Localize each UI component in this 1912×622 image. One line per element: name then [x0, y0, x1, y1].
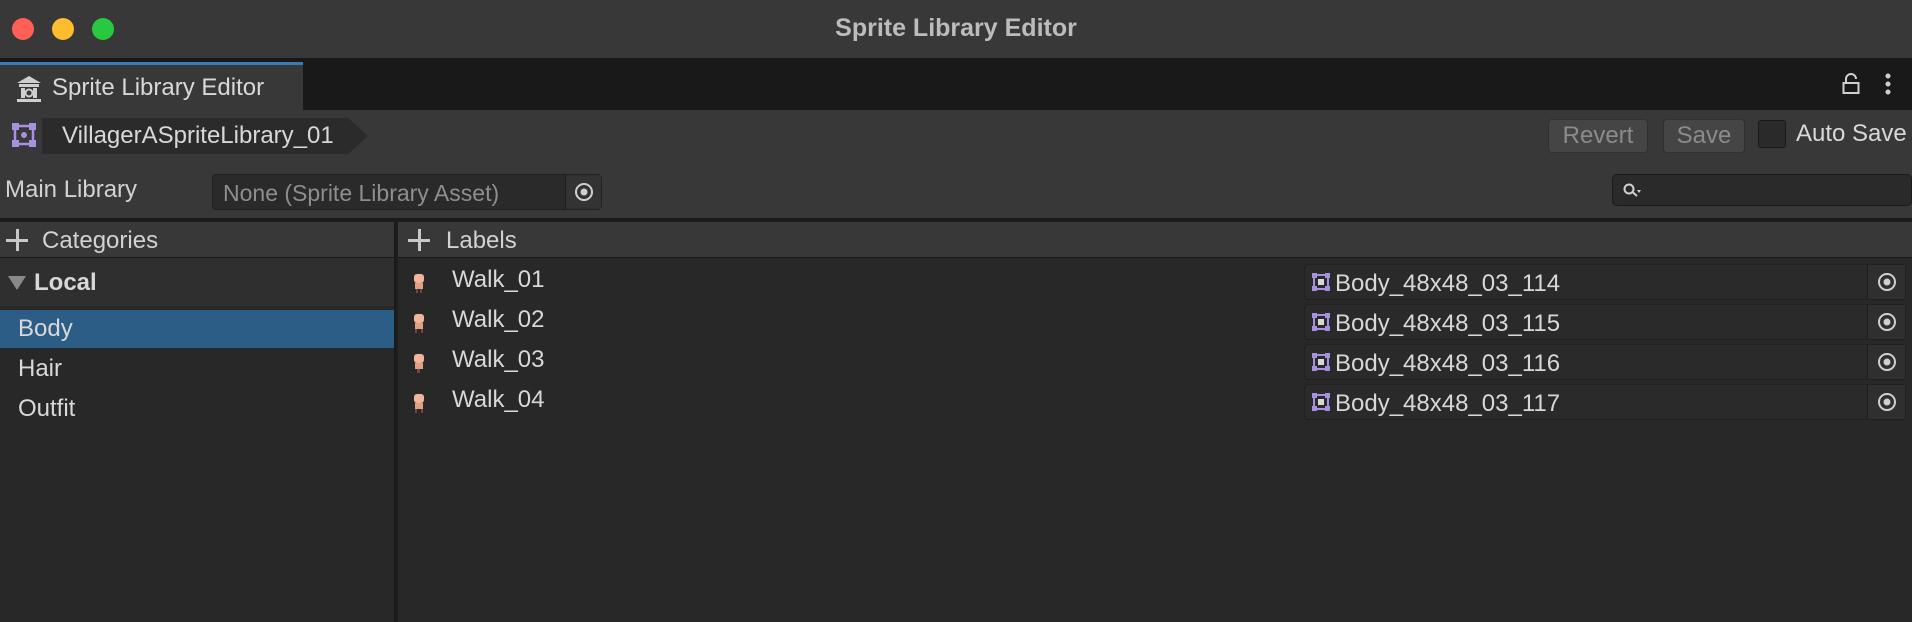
label-row[interactable]: Walk_03 Body_48x48_03_116: [398, 342, 1912, 382]
label-name: Walk_03: [452, 346, 545, 373]
main-library-bar: Main Library None (Sprite Library Asset): [0, 160, 1912, 220]
main-library-field[interactable]: None (Sprite Library Asset): [212, 174, 602, 210]
sprite-asset-icon: [1312, 313, 1330, 331]
category-item-body[interactable]: Body: [0, 310, 394, 348]
sprite-object-field[interactable]: Body_48x48_03_116: [1304, 344, 1906, 380]
auto-save-label: Auto Save: [1796, 120, 1907, 147]
category-label: Body: [18, 315, 73, 342]
object-picker-icon: [1878, 273, 1896, 291]
title-bar: Sprite Library Editor: [0, 0, 1912, 58]
category-label: Hair: [18, 355, 63, 382]
window-title: Sprite Library Editor: [835, 14, 1077, 42]
tab-sprite-library-editor[interactable]: Sprite Library Editor: [0, 62, 303, 110]
main-library-value: None (Sprite Library Asset): [223, 180, 500, 206]
local-group-label: Local: [34, 269, 97, 296]
local-group-foldout[interactable]: Local: [0, 258, 394, 306]
sprite-thumbnail-icon: [414, 394, 424, 413]
sprite-name: Body_48x48_03_114: [1335, 270, 1561, 297]
sprite-picker-button[interactable]: [1867, 265, 1905, 299]
label-row[interactable]: Walk_01 Body_48x48_03_114: [398, 262, 1912, 302]
label-name: Walk_02: [452, 306, 545, 333]
label-row[interactable]: Walk_02 Body_48x48_03_115: [398, 302, 1912, 342]
sprite-thumbnail-icon: [414, 354, 424, 373]
object-picker-icon: [1878, 393, 1896, 411]
categories-header: Categories: [0, 222, 394, 258]
label-row[interactable]: Walk_04 Body_48x48_03_117: [398, 382, 1912, 422]
categories-title: Categories: [42, 227, 159, 254]
sprite-picker-button[interactable]: [1867, 385, 1905, 419]
sprite-thumbnail-icon: [414, 274, 424, 293]
tab-label: Sprite Library Editor: [52, 74, 265, 101]
revert-button[interactable]: Revert: [1548, 119, 1648, 153]
breadcrumb[interactable]: VillagerASpriteLibrary_01: [42, 118, 368, 154]
sprite-thumbnail-icon: [414, 314, 424, 333]
search-input[interactable]: [1612, 174, 1912, 206]
sprite-object-field[interactable]: Body_48x48_03_117: [1304, 384, 1906, 420]
sprite-name: Body_48x48_03_115: [1335, 310, 1561, 337]
category-label: Outfit: [18, 395, 76, 422]
asset-name: VillagerASpriteLibrary_01: [62, 122, 334, 149]
sprite-library-asset-icon: [12, 123, 36, 147]
category-item-hair[interactable]: Hair: [0, 350, 394, 388]
add-category-icon[interactable]: [6, 229, 28, 251]
category-item-outfit[interactable]: Outfit: [0, 390, 394, 428]
sprite-object-field[interactable]: Body_48x48_03_115: [1304, 304, 1906, 340]
sprite-name: Body_48x48_03_117: [1335, 390, 1561, 417]
search-icon: [1623, 183, 1641, 197]
object-picker-icon: [575, 183, 593, 201]
add-label-icon[interactable]: [408, 229, 430, 251]
label-name: Walk_01: [452, 266, 545, 293]
sprite-name: Body_48x48_03_116: [1335, 350, 1561, 377]
lock-icon[interactable]: [1842, 73, 1860, 95]
sprite-library-icon: [17, 76, 41, 102]
sprite-asset-icon: [1312, 393, 1330, 411]
sprite-picker-button[interactable]: [1867, 305, 1905, 339]
sprite-asset-icon: [1312, 353, 1330, 371]
tab-strip: Sprite Library Editor: [0, 58, 1912, 110]
labels-header: Labels: [398, 222, 1912, 258]
object-picker-icon: [1878, 353, 1896, 371]
labels-title: Labels: [446, 227, 517, 254]
more-options-icon[interactable]: [1884, 72, 1892, 96]
main-library-label: Main Library: [5, 176, 138, 203]
sprite-asset-icon: [1312, 273, 1330, 291]
sprite-picker-button[interactable]: [1867, 345, 1905, 379]
asset-toolbar: VillagerASpriteLibrary_01 Revert Save Au…: [0, 110, 1912, 160]
auto-save-checkbox[interactable]: [1758, 120, 1786, 148]
categories-panel: Categories Local Body Hair Outfit: [0, 222, 396, 622]
label-name: Walk_04: [452, 386, 545, 413]
main-library-picker-button[interactable]: [565, 175, 601, 209]
object-picker-icon: [1878, 313, 1896, 331]
sprite-object-field[interactable]: Body_48x48_03_114: [1304, 264, 1906, 300]
chevron-down-icon[interactable]: [8, 276, 26, 290]
save-button[interactable]: Save: [1663, 119, 1745, 153]
labels-panel: Labels Walk_01 Body_48x48_03_114 Walk_02…: [398, 222, 1912, 622]
